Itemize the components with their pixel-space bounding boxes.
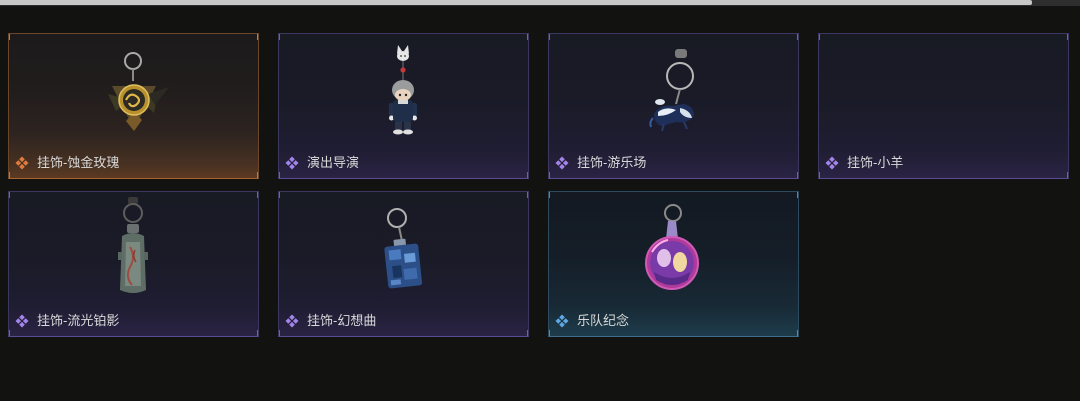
director-figure-icon: [389, 45, 417, 135]
rarity-diamond-icon: [555, 156, 569, 170]
item-name: 挂饰-蚀金玫瑰: [37, 155, 120, 170]
inventory-card-director[interactable]: 演出导演: [278, 33, 529, 179]
item-name: 挂饰-幻想曲: [307, 313, 377, 328]
band-badge-icon: [645, 204, 699, 290]
item-name: 挂饰-流光铂影: [37, 313, 120, 328]
item-label-row: 演出导演: [285, 154, 359, 172]
item-label-row: 挂饰-蚀金玫瑰: [15, 154, 119, 172]
rarity-diamond-icon: [825, 156, 839, 170]
inventory-card-band-memorial[interactable]: 乐队纪念: [548, 191, 799, 337]
inventory-card-playground-charm[interactable]: 挂饰-游乐场: [548, 33, 799, 179]
carousel-pendant-icon: [649, 49, 694, 132]
rarity-diamond-icon: [15, 156, 29, 170]
item-name: 乐队纪念: [577, 313, 630, 328]
item-label-row: 挂饰-幻想曲: [285, 312, 376, 330]
item-label-row: 挂饰-流光铂影: [15, 312, 119, 330]
rose-pendant-icon: [108, 52, 169, 131]
item-name: 演出导演: [307, 155, 360, 170]
inventory-grid: 挂饰-蚀金玫瑰 演出导演 挂饰-游乐场 挂饰-小羊 挂饰-流光铂影 挂饰-幻想曲…: [8, 33, 1069, 337]
stone-pendant-icon: [118, 197, 148, 293]
scrollbar-thumb[interactable]: [0, 0, 1032, 5]
item-label-row: 乐队纪念: [555, 312, 629, 330]
rarity-diamond-icon: [285, 314, 299, 328]
inventory-card-rose-charm[interactable]: 挂饰-蚀金玫瑰: [8, 33, 259, 179]
inventory-card-fantasia-charm[interactable]: 挂饰-幻想曲: [278, 191, 529, 337]
inventory-card-lamb-charm[interactable]: 挂饰-小羊: [818, 33, 1069, 179]
item-label-row: 挂饰-游乐场: [555, 154, 646, 172]
rarity-diamond-icon: [555, 314, 569, 328]
item-label-row: 挂饰-小羊: [825, 154, 903, 172]
rarity-diamond-icon: [285, 156, 299, 170]
rarity-diamond-icon: [15, 314, 29, 328]
inventory-card-platinum-charm[interactable]: 挂饰-流光铂影: [8, 191, 259, 337]
item-name: 挂饰-游乐场: [577, 155, 647, 170]
blue-cube-pendant-icon: [384, 208, 423, 289]
item-name: 挂饰-小羊: [847, 155, 904, 170]
horizontal-scrollbar[interactable]: [0, 0, 1080, 6]
